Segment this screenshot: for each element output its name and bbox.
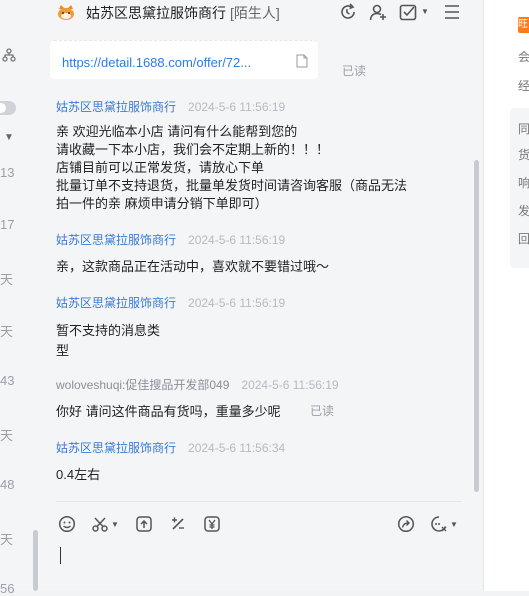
wangwang-badge: 旺 [518,17,529,33]
list-scrollbar[interactable] [33,530,38,591]
screenshot-button[interactable]: ▼ [91,514,119,534]
menu-icon [445,5,459,19]
message-sender[interactable]: 姑苏区思黛拉服饰商行 [56,441,176,455]
message-time: 2024-5-6 11:56:19 [188,296,286,310]
message-line: 亲 欢迎光临本小店 请问有什么能帮到您的 [56,124,298,139]
message-time: 2024-5-6 11:56:19 [188,100,286,114]
list-item-date: 17 [0,217,15,232]
share-icon [397,515,415,533]
message-time: 2024-5-6 11:56:19 [241,378,339,392]
message-time: 2024-5-6 11:56:34 [188,441,286,455]
chevron-down-icon: ▼ [421,7,429,16]
list-item-date: 天 [0,532,14,547]
checkbox-menu-icon [399,4,417,21]
panel-label: 发 [518,204,529,218]
message-line: 拍一件的亲 麻烦申请分销下单即可） [56,196,268,211]
message-item: 姑苏区思黛拉服饰商行 2024-5-6 11:56:19 亲 欢迎光临本小店 请问… [56,98,407,213]
upload-icon [136,516,152,532]
message-line: 批量订单不支持退货，批量单发货时间请咨询客服（商品无法 [56,178,408,193]
panel-label: 会 [518,50,529,64]
chat-title: 姑苏区思黛拉服饰商行 [陌生人] [86,3,280,23]
chevron-down-icon: ▼ [450,519,458,529]
share-button[interactable] [397,514,415,534]
message-sender[interactable]: woloveshuqi:促佳搜品开发部049 [56,378,229,392]
message-item: 姑苏区思黛拉服饰商行 2024-5-6 11:56:19 暂不支持的消息类 型 [56,294,285,361]
message-body: 亲 欢迎光临本小店 请问有什么能帮到您的 请收藏一下本小店，我们会不定期上新的！… [56,123,407,213]
quick-reply-button[interactable]: ▼ [430,514,458,534]
message-item: woloveshuqi:促佳搜品开发部049 2024-5-6 11:56:19 … [56,376,339,421]
list-item-date: 13 [0,165,15,180]
message-line: 型 [56,343,70,358]
checkbox-menu-button[interactable]: ▼ [398,2,430,22]
emoji-icon [58,515,76,533]
message-sender[interactable]: 姑苏区思黛拉服饰商行 [56,100,176,114]
yen-icon [204,516,220,532]
right-side-panel: 旺 会 经 同 货 响 发 回 [483,0,529,591]
discount-icon [172,517,184,530]
shop-name: 姑苏区思黛拉服饰商行 [86,5,226,21]
panel-label: 回 [518,232,529,246]
panel-label: 经 [518,79,529,93]
panel-label: 同 [518,122,529,136]
message-input[interactable] [56,540,462,590]
divider [56,501,462,502]
read-status: 已读 [310,404,335,418]
list-item-date: 天 [0,272,14,287]
message-meta: 姑苏区思黛拉服饰商行 2024-5-6 11:56:19 [56,294,285,311]
chat-header: 姑苏区思黛拉服饰商行 [陌生人] ▼ [42,0,482,36]
product-link[interactable]: https://detail.1688.com/offer/72... [62,55,251,70]
product-link-card[interactable]: https://detail.1688.com/offer/72... [50,40,318,79]
panel-label: 响 [518,176,529,190]
message-line: 暂不支持的消息类 [56,323,161,338]
message-item: 姑苏区思黛拉服饰商行 2024-5-6 11:56:34 0.4左右 [56,439,285,484]
text-cursor [60,547,61,564]
relation-tag: [陌生人] [230,5,280,21]
add-contact-icon [369,4,386,21]
message-meta: 姑苏区思黛拉服饰商行 2024-5-6 11:56:19 [56,231,329,248]
list-item-date: 56 [0,581,15,596]
message-line: 亲，这款商品正在活动中，喜欢就不要错过哦～ [56,259,330,274]
filter-toggle[interactable] [0,101,16,115]
read-status: 已读 [342,64,367,78]
list-item-date: 48 [0,477,15,492]
chat-scrollbar[interactable] [474,160,479,492]
message-sender[interactable]: 姑苏区思黛拉服饰商行 [56,296,176,310]
conversation-list-strip: ▼ 13 17 天 天 43 天 48 天 56 [0,0,43,596]
list-item-date: 43 [0,373,15,388]
message-body: 暂不支持的消息类 型 [56,321,285,361]
message-body: 0.4左右 [56,466,285,484]
message-body: 亲，这款商品正在活动中，喜欢就不要错过哦～ [56,258,329,276]
message-meta: woloveshuqi:促佳搜品开发部049 2024-5-6 11:56:19 [56,376,339,393]
list-item-date: 天 [0,324,14,339]
message-meta: 姑苏区思黛拉服饰商行 2024-5-6 11:56:34 [56,439,285,456]
chat-panel: 姑苏区思黛拉服饰商行 [陌生人] ▼ https://detail.1688.c… [42,0,482,591]
scissors-icon [92,517,108,532]
panel-label: 货 [518,148,529,162]
message-body: 你好 请问这件商品有货吗，重量多少呢 [56,403,339,421]
add-contact-button[interactable] [368,2,388,22]
refresh-icon [341,3,355,19]
message-item: 姑苏区思黛拉服饰商行 2024-5-6 11:56:19 亲，这款商品正在活动中，… [56,231,329,276]
shop-avatar-icon [58,5,74,20]
list-item-date: 天 [0,428,14,443]
chevron-down-icon: ▼ [111,519,119,529]
upload-file-button[interactable] [135,514,153,534]
quick-reply-icon [431,516,447,532]
emoji-button[interactable] [58,514,76,534]
message-line: 你好 请问这件商品有货吗，重量多少呢 [56,404,281,419]
menu-button[interactable] [442,2,462,22]
message-meta: 姑苏区思黛拉服饰商行 2024-5-6 11:56:19 [56,98,407,115]
chevron-down-icon[interactable]: ▼ [4,132,14,143]
discount-button[interactable] [169,514,187,534]
refresh-button[interactable] [338,2,358,22]
message-line: 请收藏一下本小店，我们会不定期上新的！！！ [56,142,330,157]
message-time: 2024-5-6 11:56:19 [188,233,286,247]
org-tree-icon[interactable] [2,48,16,62]
document-icon [296,54,308,68]
message-line: 0.4左右 [56,467,101,482]
payment-button[interactable] [203,514,221,534]
message-line: 店铺目前可以正常发货，请放心下单 [56,160,265,175]
message-sender[interactable]: 姑苏区思黛拉服饰商行 [56,233,176,247]
